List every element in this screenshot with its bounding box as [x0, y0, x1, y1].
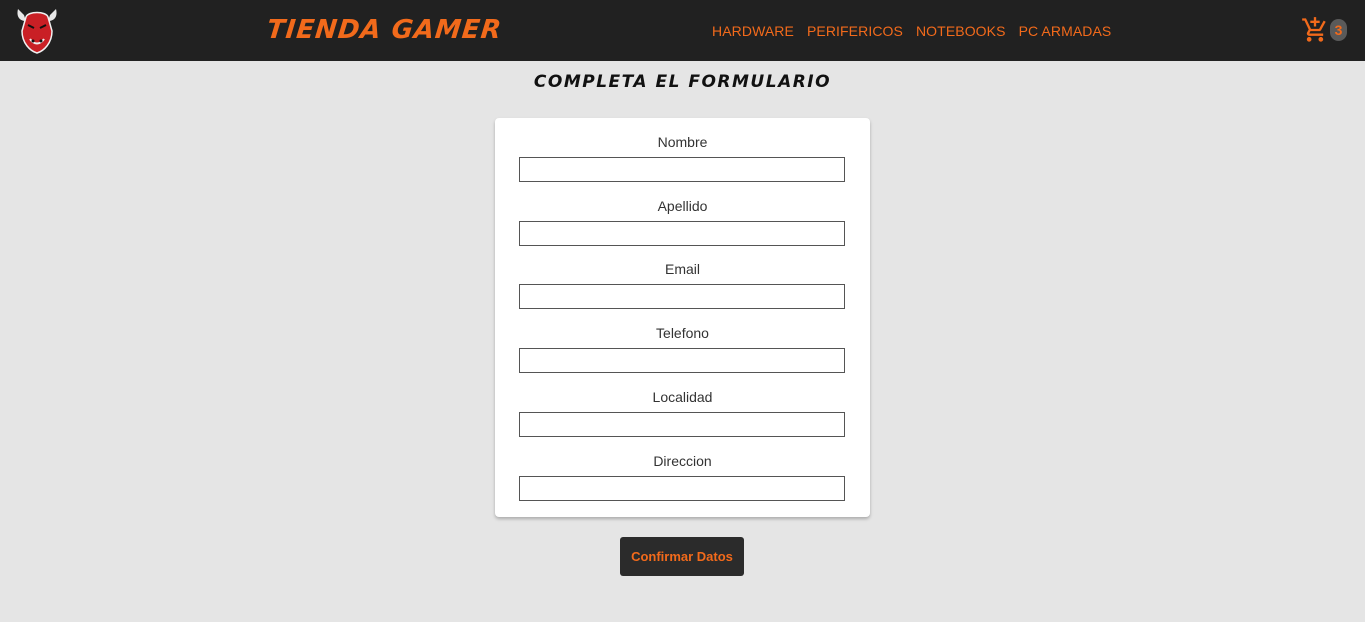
checkout-form: Nombre Apellido Email Telefono Localidad…: [495, 118, 870, 517]
cart-count-badge: 3: [1330, 19, 1347, 41]
nombre-input[interactable]: [519, 157, 845, 182]
field-label-nombre: Nombre: [657, 134, 708, 150]
navbar: TIENDA GAMER HARDWARE PERIFERICOS NOTEBO…: [0, 0, 1365, 61]
cart-add-icon[interactable]: [1301, 16, 1329, 44]
nav-link-perifericos[interactable]: PERIFERICOS: [807, 21, 903, 41]
field-label-direccion: Direccion: [653, 453, 712, 469]
localidad-input[interactable]: [519, 412, 845, 437]
direccion-input[interactable]: [519, 476, 845, 501]
field-label-apellido: Apellido: [657, 198, 708, 214]
field-label-telefono: Telefono: [656, 325, 709, 341]
apellido-input[interactable]: [519, 221, 845, 246]
main-nav: HARDWARE PERIFERICOS NOTEBOOKS PC ARMADA…: [712, 21, 1111, 41]
cart-widget[interactable]: 3: [1301, 16, 1347, 44]
field-label-localidad: Localidad: [652, 389, 713, 405]
confirm-data-button[interactable]: Confirmar Datos: [620, 537, 744, 576]
nav-link-pc-armadas[interactable]: PC ARMADAS: [1019, 21, 1112, 41]
field-label-email: Email: [664, 261, 700, 277]
telefono-input[interactable]: [519, 348, 845, 373]
brand-title[interactable]: TIENDA GAMER: [265, 14, 503, 46]
form-title: COMPLETA EL FORMULARIO: [533, 72, 832, 92]
nav-link-notebooks[interactable]: NOTEBOOKS: [916, 21, 1006, 41]
email-input[interactable]: [519, 284, 845, 309]
nav-link-hardware[interactable]: HARDWARE: [712, 21, 794, 41]
bull-logo-icon[interactable]: [14, 3, 60, 55]
